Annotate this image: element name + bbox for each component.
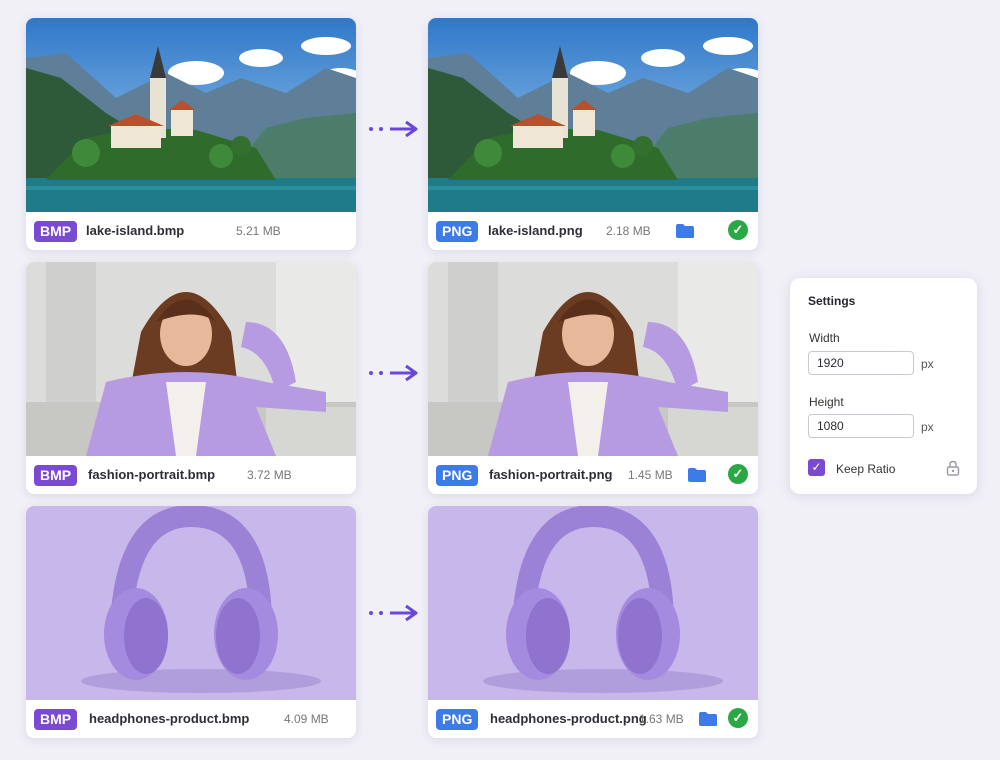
arrow-right-icon [369,604,418,622]
width-label: Width [809,331,840,345]
format-badge-png: PNG [436,221,479,242]
source-filesize: 3.72 MB [247,468,292,482]
output-footer: PNG headphones-product.png 1.63 MB ✓ [428,700,758,738]
output-thumbnail-fashion-portrait [428,262,758,456]
output-filesize: 1.63 MB [639,712,684,726]
source-card-headphones-product[interactable]: BMP headphones-product.bmp 4.09 MB [26,506,356,738]
output-footer: PNG lake-island.png 2.18 MB ✓ [428,212,758,250]
checkmark-icon: ✓ [811,460,822,474]
height-unit: px [921,420,934,434]
source-footer: BMP fashion-portrait.bmp 3.72 MB [26,456,356,494]
settings-panel: Settings Width px Height px ✓ Keep Ratio [790,278,977,494]
check-circle-icon: ✓ [728,708,748,728]
output-filesize: 1.45 MB [628,468,673,482]
source-filename: fashion-portrait.bmp [88,467,216,482]
source-thumbnail-headphones-product [26,506,356,700]
source-thumbnail-lake-island [26,18,356,212]
source-filesize: 5.21 MB [236,224,281,238]
output-thumbnail-headphones-product [428,506,758,700]
source-filename: headphones-product.bmp [89,711,250,726]
output-filename: headphones-product.png [490,711,647,726]
source-footer: BMP headphones-product.bmp 4.09 MB [26,700,356,738]
folder-icon[interactable] [687,467,707,483]
folder-icon[interactable] [675,223,695,239]
check-circle-icon: ✓ [728,464,748,484]
arrow-right-icon [369,120,418,138]
source-footer: BMP lake-island.bmp 5.21 MB [26,212,356,250]
arrow-right-icon [369,364,418,382]
output-card-lake-island[interactable]: PNG lake-island.png 2.18 MB ✓ [428,18,758,250]
width-unit: px [921,357,934,371]
folder-icon[interactable] [698,711,718,727]
keep-ratio-checkbox[interactable]: ✓ [808,459,825,476]
source-filename: lake-island.bmp [86,223,185,238]
format-badge-bmp: BMP [34,465,78,486]
keep-ratio-label: Keep Ratio [836,462,896,476]
height-input[interactable] [808,414,914,438]
settings-title: Settings [808,294,856,308]
output-thumbnail-lake-island [428,18,758,212]
output-card-headphones-product[interactable]: PNG headphones-product.png 1.63 MB ✓ [428,506,758,738]
source-thumbnail-fashion-portrait [26,262,356,456]
output-filename: fashion-portrait.png [489,467,613,482]
source-card-fashion-portrait[interactable]: BMP fashion-portrait.bmp 3.72 MB [26,262,356,494]
output-card-fashion-portrait[interactable]: PNG fashion-portrait.png 1.45 MB ✓ [428,262,758,494]
width-input[interactable] [808,351,914,375]
output-filesize: 2.18 MB [606,224,651,238]
format-badge-png: PNG [436,465,479,486]
lock-icon[interactable] [946,460,960,476]
format-badge-bmp: BMP [34,709,78,730]
format-badge-png: PNG [436,709,479,730]
output-filename: lake-island.png [488,223,583,238]
check-circle-icon: ✓ [728,220,748,240]
source-filesize: 4.09 MB [284,712,329,726]
format-badge-bmp: BMP [34,221,78,242]
output-footer: PNG fashion-portrait.png 1.45 MB ✓ [428,456,758,494]
height-label: Height [809,395,844,409]
source-card-lake-island[interactable]: BMP lake-island.bmp 5.21 MB [26,18,356,250]
